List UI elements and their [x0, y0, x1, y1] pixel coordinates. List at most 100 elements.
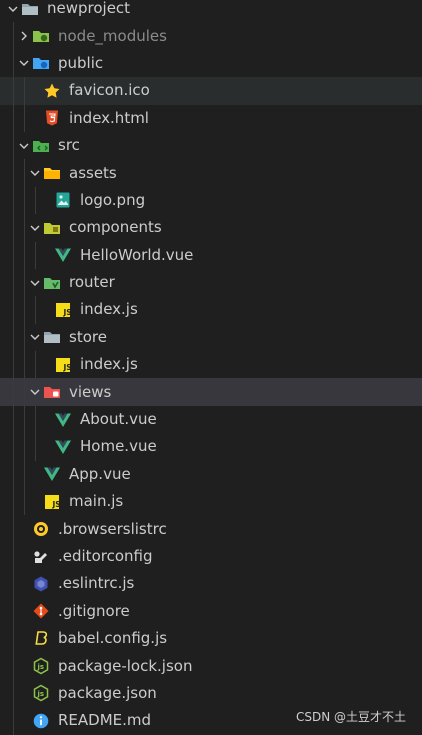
indent-guide: [13, 241, 14, 269]
indent-guide: [13, 652, 14, 680]
folder-open-icon: [21, 0, 39, 18]
chevron-right-icon[interactable]: [16, 28, 32, 44]
tree-item-label: node_modules: [58, 26, 167, 45]
tree-item-label: store: [69, 327, 107, 346]
eslint-icon: [32, 575, 50, 593]
tree-item-label: .eslintrc.js: [58, 574, 135, 593]
indent-guide: [24, 323, 25, 352]
tree-file-home-vue[interactable]: Home.vue: [0, 433, 422, 461]
indent-guide: [13, 159, 14, 187]
tree-file-editorconfig[interactable]: .editorconfig: [0, 542, 422, 571]
tree-file-eslintrc[interactable]: .eslintrc.js: [0, 570, 422, 598]
editorconfig-icon: [32, 548, 50, 566]
tree-file-app-vue[interactable]: App.vue: [0, 460, 422, 489]
chevron-down-icon[interactable]: [16, 138, 32, 154]
browserslist-icon: [32, 520, 50, 538]
tree-item-label: package.json: [58, 683, 157, 702]
tree-file-about-vue[interactable]: About.vue: [0, 405, 422, 434]
indent-guide: [13, 707, 14, 735]
indent-guide: [13, 433, 14, 461]
tree-item-label: About.vue: [80, 410, 157, 429]
public-folder-icon: [32, 54, 50, 72]
indent-guide: [13, 77, 14, 105]
watermark: CSDN @土豆才不土: [295, 710, 406, 724]
chevron-placeholder: [38, 192, 54, 208]
src-folder-icon: [32, 137, 50, 155]
tree-item-label: babel.config.js: [58, 629, 168, 648]
tree-file-store-index-js[interactable]: JS index.js: [0, 351, 422, 379]
chevron-placeholder: [27, 110, 43, 126]
js-icon: JS: [54, 356, 72, 374]
tree-folder-newproject[interactable]: newproject: [0, 0, 422, 22]
tree-file-logo-png[interactable]: logo.png: [0, 186, 422, 215]
tree-folder-views[interactable]: views: [0, 378, 422, 406]
vue-icon: [43, 465, 61, 483]
info-icon: [32, 712, 50, 730]
indent-guide: [13, 597, 14, 625]
tree-item-label: index.js: [80, 300, 138, 319]
tree-folder-public[interactable]: public: [0, 49, 422, 78]
tree-item-label: logo.png: [80, 190, 146, 209]
tree-item-label: index.html: [69, 108, 149, 127]
tree-file-gitignore[interactable]: .gitignore: [0, 597, 422, 625]
assets-folder-icon: [43, 164, 61, 182]
tree-file-helloworld-vue[interactable]: HelloWorld.vue: [0, 241, 422, 269]
tree-file-main-js[interactable]: JS main.js: [0, 488, 422, 516]
indent-guide: [13, 515, 14, 543]
tree-folder-src[interactable]: src: [0, 131, 422, 160]
indent-guide: [13, 214, 14, 242]
tree-file-package-json[interactable]: js package.json: [0, 679, 422, 708]
chevron-down-icon[interactable]: [16, 55, 32, 71]
components-folder-icon: [43, 219, 61, 237]
chevron-down-icon[interactable]: [27, 329, 43, 345]
chevron-placeholder: [16, 685, 32, 701]
chevron-placeholder: [16, 576, 32, 592]
folder-open-icon: [43, 328, 61, 346]
tree-item-label: src: [58, 136, 80, 155]
indent-guide: [24, 268, 25, 297]
indent-guide: [24, 214, 25, 242]
tree-folder-node-modules[interactable]: node_modules: [0, 22, 422, 50]
tree-item-label: main.js: [69, 492, 124, 511]
tree-item-label: App.vue: [69, 464, 131, 483]
indent-guide: [35, 296, 36, 324]
tree-folder-router[interactable]: router: [0, 268, 422, 297]
star-icon: [43, 82, 61, 100]
indent-guide: [24, 241, 25, 269]
chevron-placeholder: [16, 603, 32, 619]
tree-folder-store[interactable]: store: [0, 323, 422, 352]
indent-guide: [13, 378, 14, 406]
tree-file-browserslistrc[interactable]: .browserslistrc: [0, 515, 422, 543]
tree-item-label: assets: [69, 163, 117, 182]
indent-guide: [13, 405, 14, 434]
git-icon: [32, 602, 50, 620]
tree-folder-assets[interactable]: assets: [0, 159, 422, 187]
tree-folder-components[interactable]: components: [0, 214, 422, 242]
chevron-down-icon[interactable]: [27, 165, 43, 181]
indent-guide: [13, 49, 14, 78]
chevron-placeholder: [27, 494, 43, 510]
tree-item-label: public: [58, 53, 104, 72]
indent-guide: [24, 186, 25, 215]
tree-file-router-index-js[interactable]: JS index.js: [0, 296, 422, 324]
tree-file-index-html[interactable]: index.html: [0, 104, 422, 132]
router-folder-icon: [43, 274, 61, 292]
node-folder-icon: [32, 27, 50, 45]
svg-text:JS: JS: [52, 500, 61, 509]
chevron-down-icon[interactable]: [27, 220, 43, 236]
indent-guide: [35, 241, 36, 269]
chevron-placeholder: [38, 412, 54, 428]
chevron-placeholder: [38, 439, 54, 455]
tree-item-label: views: [69, 382, 112, 401]
indent-guide: [13, 624, 14, 653]
indent-guide: [13, 268, 14, 297]
chevron-down-icon[interactable]: [27, 384, 43, 400]
chevron-down-icon[interactable]: [5, 1, 21, 17]
indent-guide: [13, 22, 14, 50]
indent-guide: [24, 460, 25, 489]
tree-file-babel-config[interactable]: babel.config.js: [0, 624, 422, 653]
chevron-down-icon[interactable]: [27, 275, 43, 291]
tree-item-label: .gitignore: [58, 601, 130, 620]
tree-file-package-lock[interactable]: js package-lock.json: [0, 652, 422, 680]
tree-file-favicon[interactable]: favicon.ico: [0, 77, 422, 105]
